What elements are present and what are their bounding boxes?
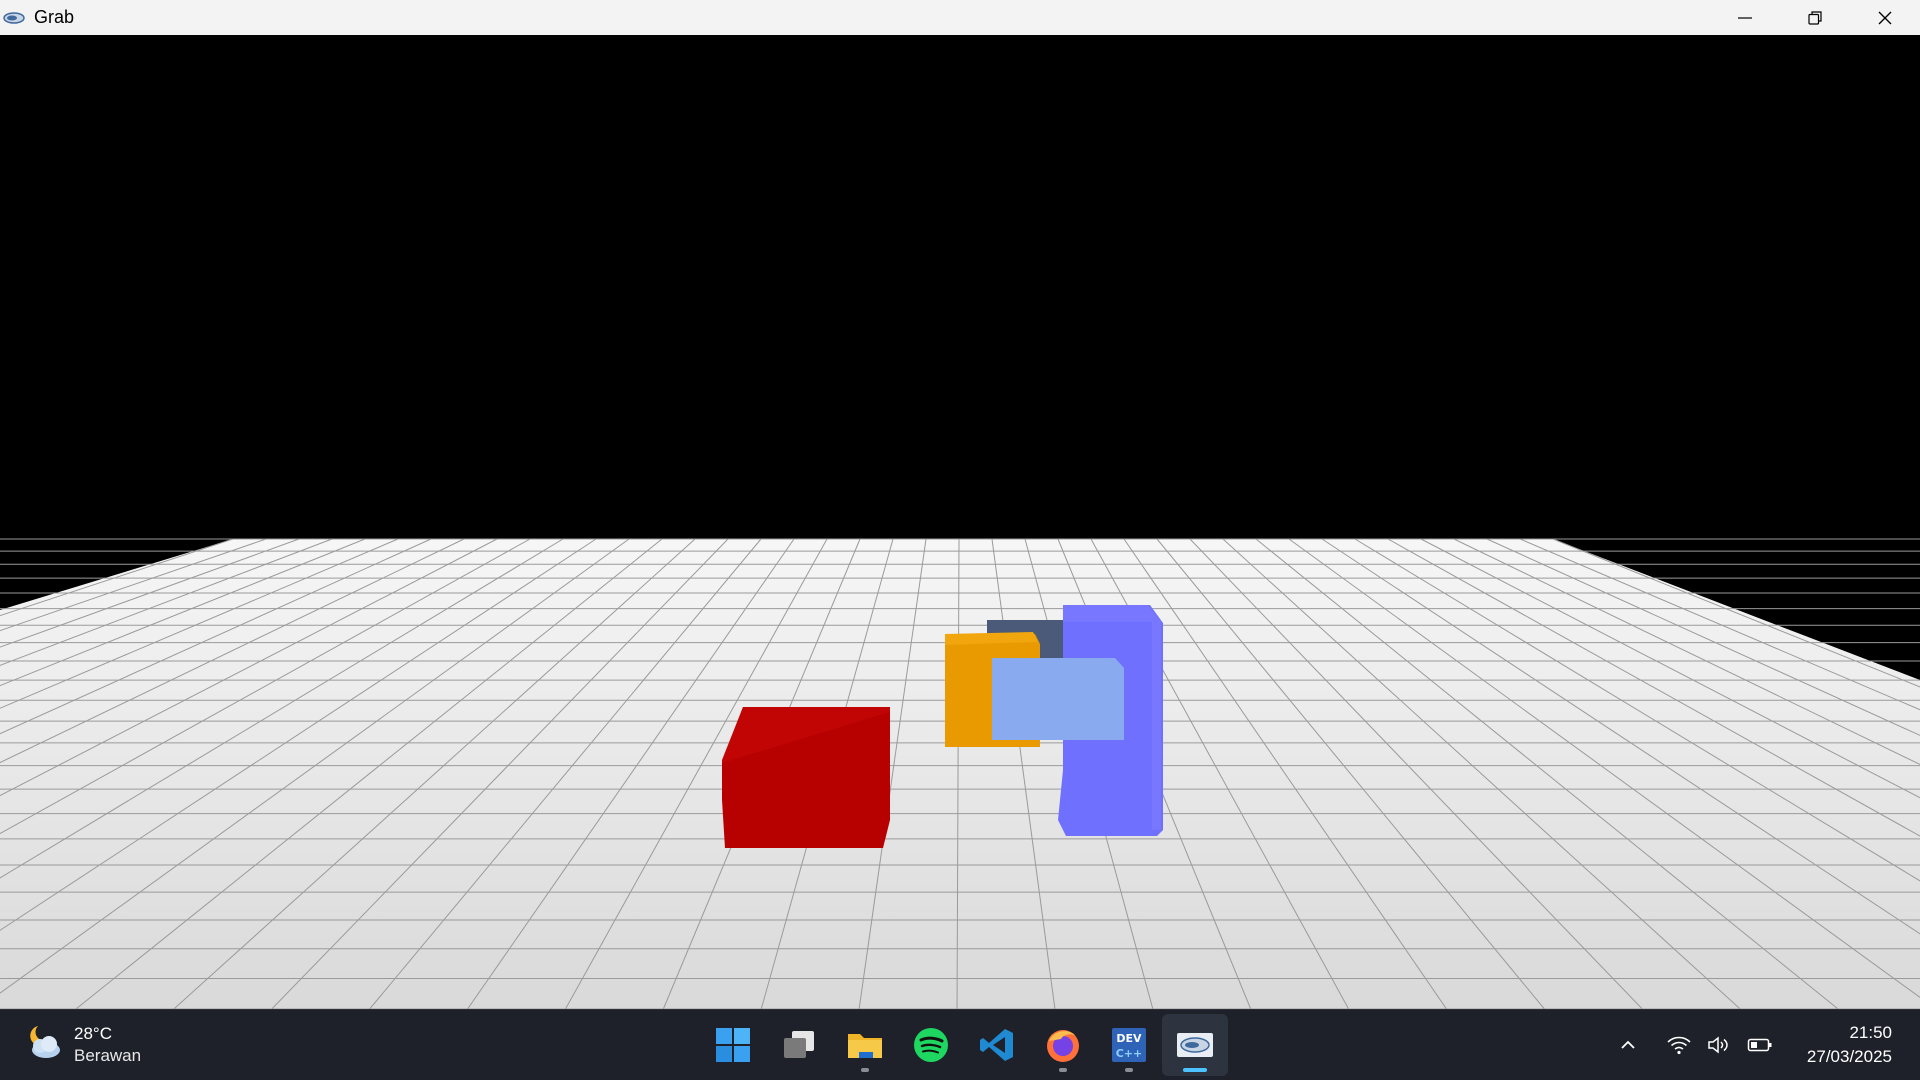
start-button[interactable] (700, 1014, 766, 1076)
dev-cpp-icon: DEV C++ (1112, 1028, 1146, 1062)
window-titlebar: Grab (0, 0, 1920, 35)
minimize-button[interactable] (1710, 0, 1780, 35)
close-button[interactable] (1850, 0, 1920, 35)
battery-icon (1747, 1038, 1772, 1052)
floor-plane (0, 539, 1920, 1009)
vscode-button[interactable] (964, 1014, 1030, 1076)
show-hidden-icons-button[interactable] (1619, 1036, 1637, 1054)
opengl-app-button[interactable] (1162, 1014, 1228, 1076)
weather-condition: Berawan (74, 1045, 142, 1065)
opengl-viewport[interactable] (0, 35, 1920, 1009)
svg-text:DEV: DEV (1116, 1032, 1142, 1045)
battery-button[interactable] (1747, 1035, 1773, 1055)
restore-icon (1808, 10, 1822, 25)
minimize-icon (1738, 16, 1752, 19)
spotify-button[interactable] (898, 1014, 964, 1076)
window-controls (1710, 0, 1920, 35)
system-tray: 21:50 27/03/2025 (1611, 1010, 1920, 1080)
task-view-icon (784, 1031, 814, 1058)
running-indicator (1059, 1068, 1067, 1072)
window-title: Grab (34, 7, 75, 27)
restore-button[interactable] (1780, 0, 1850, 35)
vscode-icon (980, 1029, 1013, 1061)
opengl-app-icon (1177, 1033, 1213, 1057)
spotify-icon (914, 1028, 948, 1062)
windows-start-icon (716, 1028, 750, 1062)
svg-text:C++: C++ (1116, 1047, 1143, 1060)
firefox-button[interactable] (1030, 1014, 1096, 1076)
running-indicator (861, 1068, 869, 1072)
opengl-app-icon (3, 10, 25, 26)
taskbar: 28°C Berawan DEV C++ 21:50 27/03/2025 (0, 1009, 1920, 1080)
partly-cloudy-night-icon (24, 1022, 64, 1067)
clock-time: 21:50 (1849, 1023, 1892, 1042)
running-indicator (1125, 1068, 1133, 1072)
clock-date: 27/03/2025 (1806, 1047, 1892, 1066)
volume-button[interactable] (1707, 1035, 1731, 1055)
chevron-up-icon (1621, 1040, 1635, 1049)
wifi-icon (1667, 1036, 1691, 1055)
firefox-icon (1047, 1030, 1079, 1062)
light-blue-cube (992, 658, 1124, 740)
weather-temperature: 28°C (74, 1023, 112, 1043)
task-view-button[interactable] (766, 1014, 832, 1076)
taskbar-apps: DEV C++ (700, 1014, 1228, 1076)
dev-cpp-button[interactable]: DEV C++ (1096, 1014, 1162, 1076)
folder-icon (848, 1034, 882, 1058)
active-indicator (1183, 1068, 1207, 1072)
file-explorer-button[interactable] (832, 1014, 898, 1076)
volume-icon (1708, 1036, 1728, 1054)
clock[interactable]: 21:50 27/03/2025 (1807, 1021, 1892, 1069)
weather-widget[interactable]: 28°C Berawan (24, 1022, 141, 1067)
network-button[interactable] (1667, 1035, 1691, 1055)
close-icon (1878, 11, 1892, 24)
